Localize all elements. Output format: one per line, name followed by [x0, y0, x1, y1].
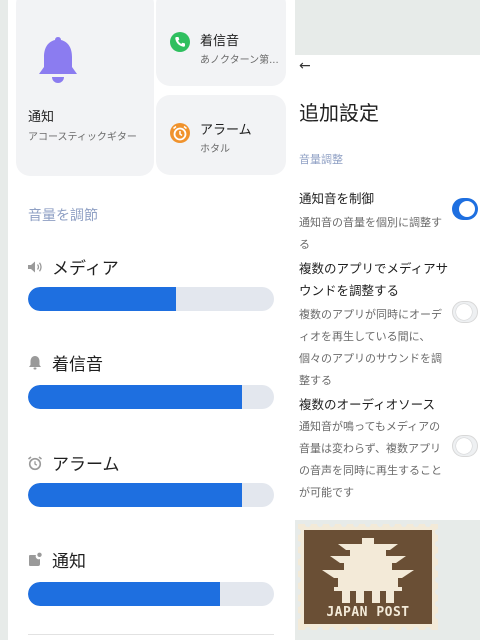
stamp-text: JAPAN POST [326, 605, 410, 620]
alarm-clock-icon [170, 123, 190, 143]
ringtone-volume-label-row: 着信音 [26, 350, 103, 375]
notification-sound-card[interactable]: 通知 アコースティックギター [16, 0, 154, 176]
japan-post-stamp: JAPAN POST [296, 522, 440, 632]
alarm-sound-title: アラーム [200, 123, 252, 138]
back-arrow-icon[interactable]: ← [299, 58, 311, 74]
speaker-icon [26, 258, 44, 276]
alarm-clock-icon [26, 454, 44, 472]
notification-sound-title: 通知 [28, 110, 55, 125]
notification-volume-label: 通知 [52, 552, 86, 572]
notification-icon [26, 551, 44, 569]
ringtone-volume-label: 着信音 [52, 355, 103, 375]
alarm-sound-value: ホタル [200, 144, 230, 155]
multi-app-media-toggle[interactable] [452, 301, 478, 323]
ringtone-card[interactable]: 着信音 あノクターン第... [156, 0, 286, 86]
ringtone-value: あノクターン第... [200, 55, 279, 66]
additional-settings-panel: ← 追加設定 音量調整 通知音を制御 通知音の音量を個別に調整する 複数のアプリ… [295, 55, 480, 520]
volume-section-heading: 音量を調節 [28, 208, 98, 224]
notification-sound-value: アコースティックギター [28, 132, 137, 143]
page-title: 追加設定 [299, 101, 379, 125]
alarm-volume-slider[interactable] [28, 483, 274, 507]
settings-section-heading: 音量調整 [299, 153, 343, 166]
alarm-volume-fill [28, 483, 243, 507]
media-volume-label-row: メディア [26, 254, 119, 279]
notification-volume-slider[interactable] [28, 582, 274, 606]
media-volume-slider[interactable] [28, 287, 274, 311]
notification-volume-label-row: 通知 [26, 547, 86, 572]
alarm-volume-label: アラーム [52, 455, 120, 475]
stamp-image: JAPAN POST [304, 530, 432, 624]
phone-icon [170, 32, 190, 52]
multi-audio-source-toggle[interactable] [452, 435, 478, 457]
toggle-knob [459, 201, 475, 217]
ringtone-title: 着信音 [200, 34, 240, 49]
media-volume-label: メディア [52, 259, 119, 279]
left-gutter [0, 0, 8, 640]
toggle-knob [456, 438, 472, 454]
bell-icon [26, 354, 44, 372]
option-desc-multi-audio-source: 通知音が鳴ってもメディアの音量は変わらず、複数アプリの音声を同時に再生することが… [299, 420, 442, 499]
option-title-multi-app-media: 複数のアプリでメディアサウンドを調整する [299, 261, 449, 298]
alarm-sound-card[interactable]: アラーム ホタル [156, 95, 286, 175]
media-volume-fill [28, 287, 176, 311]
toggle-knob [456, 304, 472, 320]
notification-control-toggle[interactable] [452, 198, 478, 220]
option-title-notification-control: 通知音を制御 [299, 191, 375, 206]
divider [28, 634, 274, 635]
option-desc-multi-app-media: 複数のアプリが同時にオーディオを再生している間に、個々のアプリのサウンドを調整す… [299, 308, 442, 387]
alarm-volume-label-row: アラーム [26, 450, 120, 475]
ringtone-volume-slider[interactable] [28, 385, 274, 409]
sound-settings-panel: 通知 アコースティックギター 着信音 あノクターン第... アラーム ホタル 音… [8, 0, 295, 640]
ringtone-volume-fill [28, 385, 243, 409]
notification-volume-fill [28, 582, 220, 606]
option-desc-notification-control: 通知音の音量を個別に調整する [299, 216, 442, 251]
option-title-multi-audio-source: 複数のオーディオソース [299, 397, 436, 412]
bell-icon [39, 37, 77, 83]
